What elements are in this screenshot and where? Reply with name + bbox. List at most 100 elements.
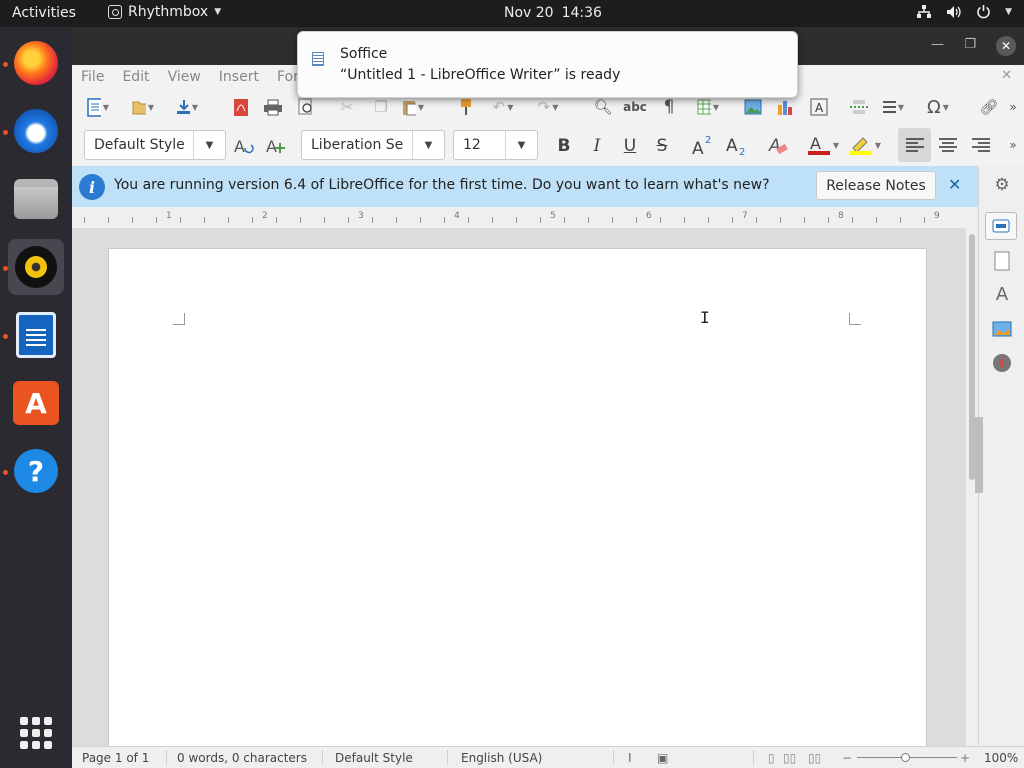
undo-icon[interactable]: ↶ ▼ [492,97,514,117]
libreoffice-writer-icon [16,312,56,358]
menu-file[interactable]: File [81,69,104,85]
print-icon[interactable] [262,97,284,117]
highlight-color-icon[interactable]: ▼ [847,135,883,155]
help-launcher[interactable]: ? [8,443,64,499]
document-modified-icon[interactable]: ▣ [657,751,668,765]
navigator-icon[interactable] [991,352,1013,374]
insert-image-icon[interactable] [742,97,764,117]
svg-text:A: A [234,137,245,156]
close-window-button[interactable]: ✕ [996,36,1016,56]
subscript-icon[interactable]: A2 [725,135,747,156]
ruler-number: 1 [166,211,172,221]
page-style[interactable]: Default Style [335,751,413,765]
system-menu[interactable]: ▼ [916,4,1012,19]
document-page[interactable] [108,248,927,746]
menu-view[interactable]: View [168,69,201,85]
show-applications-icon[interactable] [20,717,52,749]
cut-icon[interactable]: ✂ [336,97,358,117]
properties-icon[interactable] [985,212,1017,240]
zoom-out-icon[interactable]: − [842,751,852,765]
clear-formatting-icon[interactable]: A [767,135,789,156]
book-view-icon[interactable]: ▯▯ [808,751,821,765]
text-language[interactable]: English (USA) [461,751,542,765]
gallery-icon[interactable] [991,318,1013,340]
notification-popup[interactable]: Soffice “Untitled 1 - LibreOffice Writer… [297,31,798,98]
page-icon[interactable] [991,250,1013,272]
sidebar-settings-icon[interactable]: ⚙ [991,174,1013,196]
insert-textbox-icon[interactable]: A [808,97,830,117]
new-style-icon[interactable]: A [265,136,287,156]
software-launcher[interactable]: A [8,375,64,431]
document-canvas [72,228,966,746]
thunderbird-launcher[interactable] [8,103,64,159]
word-count[interactable]: 0 words, 0 characters [177,751,307,765]
align-right-icon[interactable] [970,135,992,155]
menu-edit[interactable]: Edit [122,69,149,85]
infobar: i You are running version 6.4 of LibreOf… [72,166,978,207]
app-menu[interactable]: Rhythmbox ▼ [108,4,221,20]
align-center-icon[interactable] [937,135,959,155]
chevron-down-icon: ▼ [1005,6,1012,17]
print-preview-icon[interactable] [295,97,317,117]
formatting-marks-icon[interactable]: ¶ [658,97,680,117]
zoom-slider-thumb[interactable] [901,753,910,762]
maximize-icon[interactable]: ❐ [964,37,976,52]
chevron-down-icon[interactable]: ▼ [193,131,225,159]
files-launcher[interactable] [8,171,64,227]
clone-formatting-icon[interactable] [455,97,477,117]
paragraph-style-value: Default Style [94,137,185,153]
open-folder-icon[interactable]: ▼ [132,97,154,117]
clock[interactable]: Nov 20 14:36 [504,5,602,21]
close-document-icon[interactable]: ✕ [1001,68,1012,83]
insert-chart-icon[interactable] [774,97,796,117]
font-name-select[interactable]: Liberation Se ▼ [301,130,445,160]
activities-button[interactable]: Activities [12,5,76,21]
multi-page-view-icon[interactable]: ▯▯ [783,751,796,765]
rhythmbox-launcher[interactable] [8,239,64,295]
release-notes-button[interactable]: Release Notes [816,171,936,200]
writer-launcher[interactable] [8,307,64,363]
zoom-level[interactable]: 100% [984,751,1018,765]
firefox-launcher[interactable] [8,35,64,91]
power-icon [977,5,990,19]
align-left-icon[interactable] [904,135,926,155]
spelling-icon[interactable]: abc [623,97,647,117]
more-formatting-icon[interactable]: » [1002,135,1024,155]
new-document-icon[interactable]: ▼ [87,97,109,117]
bold-button[interactable]: B [553,135,575,157]
sidebar-collapse-handle[interactable] [975,417,983,493]
insert-table-icon[interactable]: ▼ [697,97,719,117]
minimize-icon[interactable]: — [931,37,944,52]
paste-icon[interactable]: ▼ [402,97,424,117]
font-name-value: Liberation Se [311,137,404,153]
chevron-down-icon[interactable]: ▼ [505,131,537,159]
chevron-down-icon[interactable]: ▼ [412,131,444,159]
superscript-icon[interactable]: A2 [691,135,713,156]
copy-icon[interactable]: ❐ [370,97,392,117]
find-replace-icon[interactable]: 🔍︎ [592,97,614,117]
styles-icon[interactable]: A [991,283,1013,305]
insert-field-icon[interactable]: ▼ [882,97,904,117]
save-icon[interactable]: ▼ [176,97,198,117]
menu-insert[interactable]: Insert [219,69,259,85]
insert-page-break-icon[interactable] [848,97,870,117]
horizontal-ruler[interactable]: 1 2 3 4 5 6 7 8 9 [72,207,978,228]
more-tools-icon[interactable]: » [1002,97,1024,117]
zoom-slider[interactable] [857,753,957,762]
underline-button[interactable]: U [619,135,641,157]
close-infobar-icon[interactable]: ✕ [948,175,961,194]
special-character-icon[interactable]: Ω ▼ [927,97,949,118]
font-size-select[interactable]: 12 ▼ [453,130,538,160]
hyperlink-icon[interactable]: 🔗︎ [978,97,1000,117]
single-page-view-icon[interactable]: ▯ [768,751,775,765]
export-pdf-icon[interactable] [230,97,252,117]
zoom-in-icon[interactable]: + [960,751,970,765]
insert-mode-icon[interactable]: I [628,751,632,765]
font-color-icon[interactable]: A ▼ [805,134,841,155]
update-style-icon[interactable]: A [233,136,255,156]
redo-icon[interactable]: ↷ ▼ [537,97,559,117]
italic-button[interactable]: I [586,135,608,157]
page-count[interactable]: Page 1 of 1 [82,751,149,765]
paragraph-style-select[interactable]: Default Style ▼ [84,130,226,160]
strikethrough-button[interactable]: S [651,135,673,157]
